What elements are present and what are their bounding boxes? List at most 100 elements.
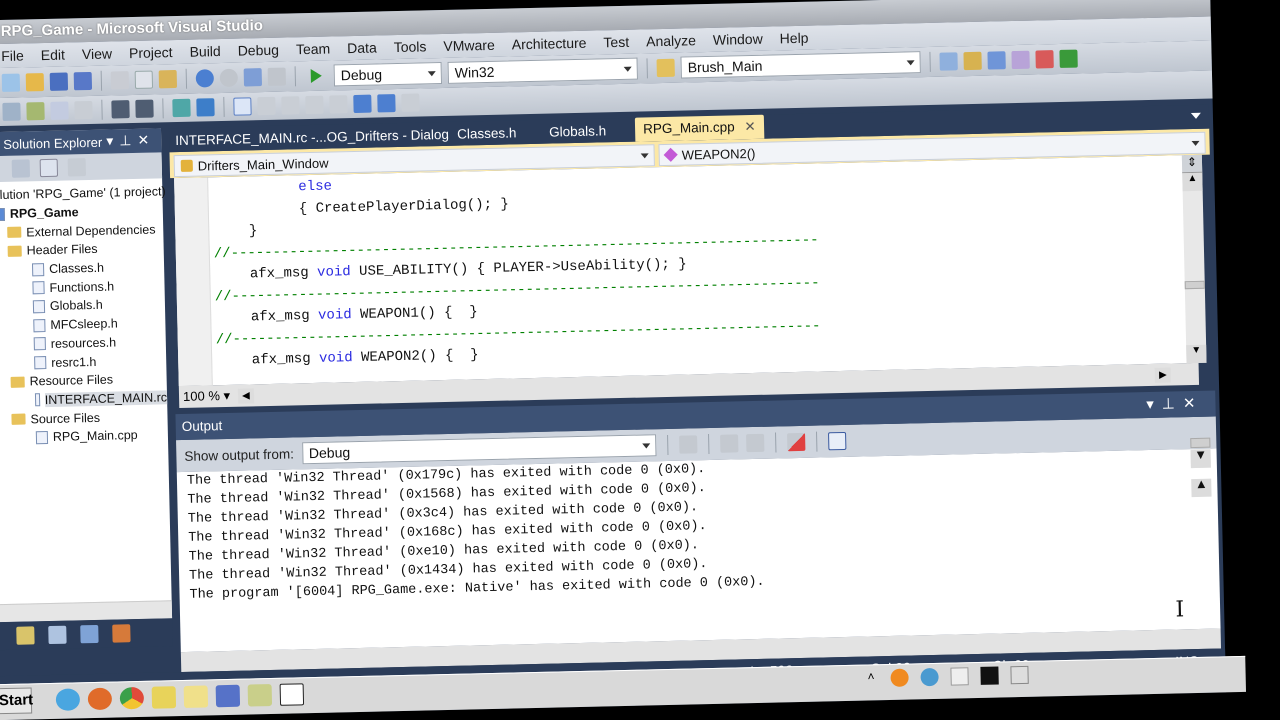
open-file-icon[interactable] xyxy=(25,73,45,92)
scroll-down-button[interactable]: ▼ xyxy=(1186,344,1207,364)
menu-debug[interactable]: Debug xyxy=(238,42,280,59)
parameter-info-icon[interactable] xyxy=(26,102,45,121)
chrome-icon[interactable] xyxy=(119,686,145,710)
copy-icon[interactable] xyxy=(134,70,154,89)
tab-globals-h[interactable]: Globals.h xyxy=(549,123,606,139)
find-symbol-icon[interactable] xyxy=(939,52,958,71)
increase-indent-icon[interactable] xyxy=(135,99,154,118)
scroll-down-button[interactable]: ▼ xyxy=(1190,449,1211,469)
save-all-icon[interactable] xyxy=(73,71,93,91)
auto-hide-pin-icon[interactable]: ⊥ xyxy=(1162,395,1183,412)
class-view-tab-icon[interactable] xyxy=(48,625,67,645)
previous-bookmark-folder-icon[interactable] xyxy=(305,95,324,115)
visual-studio-taskbar-icon[interactable] xyxy=(215,684,241,708)
output-vertical-scrollbar[interactable]: ▲ ▼ xyxy=(1190,437,1212,498)
view-class-diagram-icon[interactable] xyxy=(67,158,87,177)
property-manager-tab-icon[interactable] xyxy=(80,624,99,644)
split-handle-icon[interactable]: ⇕ xyxy=(1181,154,1203,174)
new-project-icon[interactable] xyxy=(1,73,21,92)
internet-explorer-icon[interactable] xyxy=(55,688,81,711)
previous-message-icon[interactable] xyxy=(719,434,739,453)
platform-dropdown[interactable]: Win32 xyxy=(447,57,638,84)
network-icon[interactable] xyxy=(920,667,939,687)
paste-icon[interactable] xyxy=(158,70,178,89)
tree-item[interactable]: RPG_Main.cpp xyxy=(0,425,168,448)
menu-team[interactable]: Team xyxy=(296,41,331,58)
quick-info-icon[interactable] xyxy=(2,102,21,121)
scroll-thumb[interactable] xyxy=(1190,437,1211,449)
app-icon[interactable] xyxy=(247,684,273,707)
tab-rpg-main-cpp[interactable]: RPG_Main.cpp ✕ xyxy=(634,114,764,142)
find-combo[interactable]: Brush_Main xyxy=(680,51,921,79)
menu-vmware[interactable]: VMware xyxy=(443,37,495,54)
scroll-up-button[interactable]: ▲ xyxy=(1182,172,1203,192)
clear-all-icon[interactable] xyxy=(786,432,805,452)
toggle-bookmark-icon[interactable] xyxy=(233,97,252,116)
show-output-from-dropdown[interactable]: Debug xyxy=(301,434,657,465)
notepad-icon[interactable] xyxy=(183,685,209,709)
next-message-icon[interactable] xyxy=(745,433,765,453)
tab-classes-h[interactable]: Classes.h xyxy=(457,125,517,141)
tools-icon[interactable] xyxy=(1035,50,1054,69)
scroll-left-button[interactable]: ◀ xyxy=(237,387,254,404)
clear-bookmarks-icon[interactable] xyxy=(401,93,420,112)
menu-view[interactable]: View xyxy=(82,45,112,62)
list-members-icon[interactable] xyxy=(74,100,93,120)
firefox-icon[interactable] xyxy=(87,687,113,711)
uncomment-icon[interactable] xyxy=(196,98,215,117)
toggle-word-wrap-icon[interactable] xyxy=(827,431,846,451)
scroll-right-button[interactable]: ▶ xyxy=(1154,367,1171,383)
tray-black-icon[interactable] xyxy=(980,666,999,685)
start-page-icon[interactable] xyxy=(1059,49,1078,68)
solution-config-dropdown[interactable]: Debug xyxy=(333,61,443,87)
tab-interface-main-rc[interactable]: INTERFACE_MAIN.rc -...OG_Drifters - Dial… xyxy=(175,127,449,148)
menu-help[interactable]: Help xyxy=(780,30,809,47)
menu-tools[interactable]: Tools xyxy=(394,38,427,55)
comment-out-icon[interactable] xyxy=(172,98,191,118)
cut-icon[interactable] xyxy=(110,71,130,90)
scroll-thumb[interactable] xyxy=(1184,280,1205,290)
team-explorer-tab-icon[interactable] xyxy=(112,624,131,643)
close-icon[interactable]: ✕ xyxy=(1183,395,1204,412)
object-browser-icon[interactable] xyxy=(987,51,1006,70)
tray-app-icon[interactable] xyxy=(890,668,909,687)
tool-icon[interactable] xyxy=(151,686,177,709)
next-bookmark-icon[interactable] xyxy=(281,96,300,115)
menu-file[interactable]: File xyxy=(1,47,24,64)
decrease-indent-icon[interactable] xyxy=(111,100,130,119)
word-complete-icon[interactable] xyxy=(50,101,69,120)
start-button[interactable]: Start xyxy=(0,687,33,715)
close-icon[interactable]: ✕ xyxy=(137,132,155,148)
navigate-backward-icon[interactable] xyxy=(243,68,263,87)
scroll-up-button[interactable]: ▲ xyxy=(1191,478,1212,498)
show-all-files-icon[interactable] xyxy=(11,159,31,178)
window-position-icon[interactable]: ▾ xyxy=(106,132,119,148)
properties-icon[interactable] xyxy=(39,158,59,178)
start-debugging-icon[interactable] xyxy=(310,68,322,83)
recorder-icon[interactable] xyxy=(279,683,305,706)
close-tab-icon[interactable]: ✕ xyxy=(744,119,756,134)
menu-project[interactable]: Project xyxy=(129,44,173,61)
zoom-dropdown[interactable]: 100 % ▾ xyxy=(183,388,230,405)
previous-bookmark-document-icon[interactable] xyxy=(353,94,372,114)
find-in-files-icon[interactable] xyxy=(656,58,675,78)
tray-window-icon[interactable] xyxy=(1010,665,1029,685)
navigate-forward-icon[interactable] xyxy=(267,67,287,86)
menu-test[interactable]: Test xyxy=(603,34,629,51)
tray-document-icon[interactable] xyxy=(950,667,969,686)
redo-icon[interactable] xyxy=(219,68,239,88)
document-list-dropdown-icon[interactable] xyxy=(1190,112,1202,120)
code-text-area[interactable]: else { CreatePlayerDialog(); } }//------… xyxy=(174,155,1189,387)
undo-icon[interactable] xyxy=(195,69,215,88)
menu-analyze[interactable]: Analyze xyxy=(646,32,696,49)
output-text[interactable]: The thread 'Win32 Thread' (0x179c) has e… xyxy=(176,437,1221,653)
window-position-icon[interactable]: ▾ xyxy=(1146,396,1162,413)
menu-edit[interactable]: Edit xyxy=(41,47,65,64)
next-bookmark-document-icon[interactable] xyxy=(377,94,396,113)
menu-build[interactable]: Build xyxy=(189,43,220,60)
toolbox-icon[interactable] xyxy=(1011,50,1030,70)
editor-vertical-scrollbar[interactable]: ⇕ ▲ ▼ xyxy=(1181,154,1207,364)
solution-explorer-tab-icon[interactable] xyxy=(16,626,35,645)
next-bookmark-folder-icon[interactable] xyxy=(329,95,348,114)
find-message-in-code-icon[interactable] xyxy=(678,435,698,454)
